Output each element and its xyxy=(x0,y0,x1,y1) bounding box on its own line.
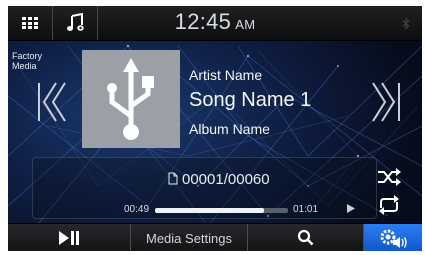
elapsed-time: 00:49 xyxy=(124,204,150,215)
shuffle-icon xyxy=(378,168,401,186)
head-unit-display: 12:45 AM Factory Media Artist Name Song … xyxy=(8,6,422,251)
shuffle-button[interactable] xyxy=(374,164,404,190)
source-line-2: Media xyxy=(12,61,37,71)
source-line-1: Factory xyxy=(12,51,43,61)
usb-icon xyxy=(107,58,154,140)
play-pause-button[interactable] xyxy=(8,224,131,251)
skip-previous-icon[interactable] xyxy=(36,77,68,127)
repeat-button[interactable] xyxy=(374,192,404,218)
media-settings-label: Media Settings xyxy=(146,231,232,246)
album-art xyxy=(82,50,180,148)
skip-next-icon[interactable] xyxy=(370,77,402,127)
track-counter-text: 00001/00060 xyxy=(182,171,270,188)
clock: 12:45 AM xyxy=(8,9,422,35)
repeat-icon xyxy=(379,195,399,215)
top-bar: 12:45 AM xyxy=(8,6,422,41)
album-name: Album Name xyxy=(189,121,270,137)
play-pause-icon xyxy=(59,231,79,245)
progress-bar[interactable] xyxy=(155,208,288,213)
file-icon xyxy=(168,172,178,185)
screen: 12:45 AM Factory Media Artist Name Song … xyxy=(0,0,425,255)
bottom-bar: Media Settings xyxy=(8,223,422,251)
audio-settings-button[interactable] xyxy=(364,224,422,251)
bluetooth-icon xyxy=(402,17,410,30)
source-label: Factory Media xyxy=(12,51,42,71)
search-icon xyxy=(297,229,314,246)
clock-ampm: AM xyxy=(235,17,256,32)
remaining-time: 01:01 xyxy=(293,204,319,215)
media-settings-button[interactable]: Media Settings xyxy=(131,224,248,251)
clock-time: 12:45 xyxy=(174,9,232,34)
song-name: Song Name 1 xyxy=(189,89,312,111)
search-button[interactable] xyxy=(248,224,364,251)
play-indicator-icon xyxy=(347,204,355,213)
artist-name: Artist Name xyxy=(189,67,263,83)
track-counter: 00001/00060 xyxy=(168,171,270,188)
progress-fill xyxy=(155,208,265,213)
audio-settings-icon xyxy=(380,229,407,248)
